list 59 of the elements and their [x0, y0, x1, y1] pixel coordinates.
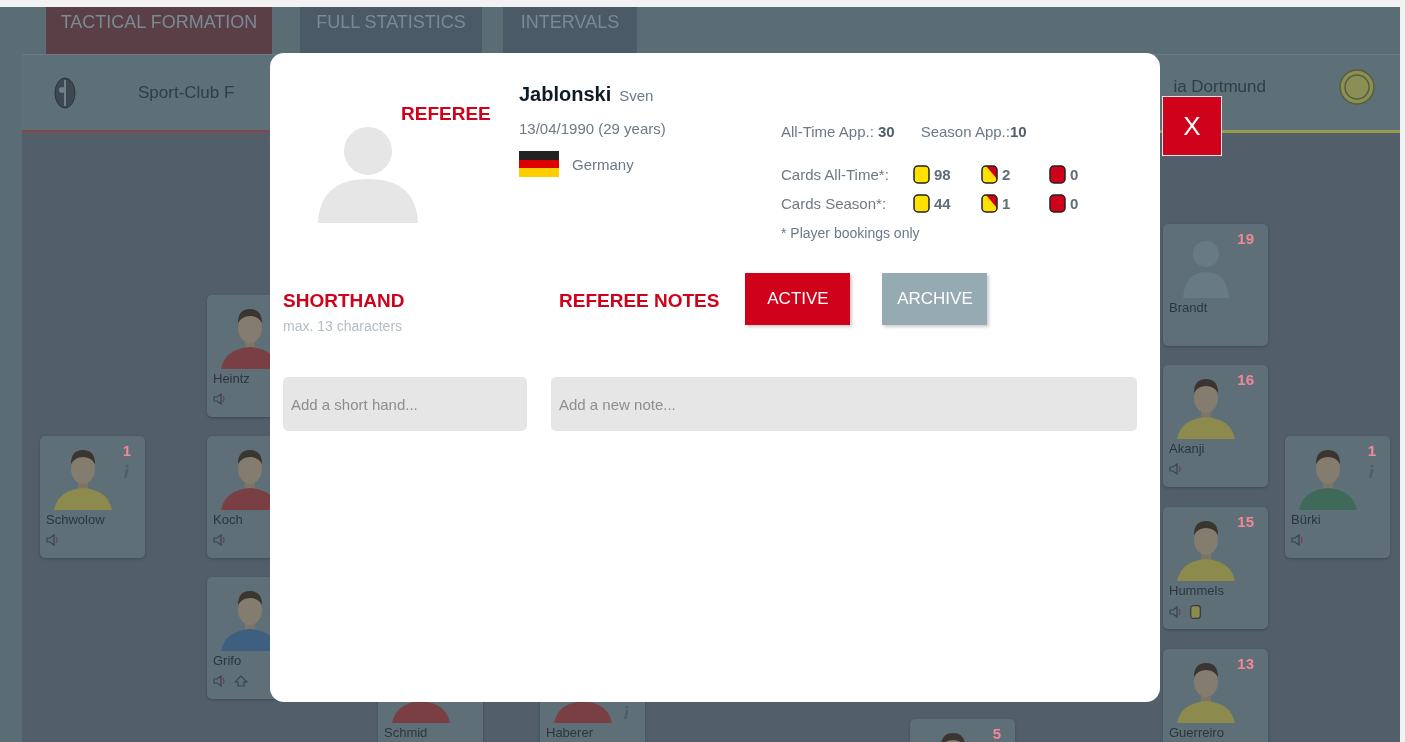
player-name: Koch — [213, 512, 243, 527]
player-name: Hummels — [1169, 583, 1224, 598]
player-number: 5 — [992, 725, 1001, 742]
player-card[interactable]: 1 Bürki — [1285, 436, 1390, 558]
referee-surname: Jablonski — [519, 83, 612, 106]
appearance-stat: Season App.:10 — [920, 123, 1027, 140]
speaker-icon[interactable] — [213, 393, 226, 405]
appearance-stat: All-Time App.: 30 — [781, 123, 895, 140]
player-number: 15 — [1237, 513, 1254, 530]
speaker-icon[interactable] — [1169, 463, 1182, 475]
player-card[interactable]: 1 Schwolow — [40, 436, 145, 558]
player-name: Grifo — [213, 653, 242, 668]
speaker-icon[interactable] — [1291, 534, 1304, 546]
notes-tab[interactable]: ARCHIVE — [882, 273, 988, 325]
card-count: 0 — [1070, 166, 1079, 183]
player-card[interactable]: 15 Hummels — [1163, 507, 1268, 629]
card-count: 44 — [934, 195, 951, 212]
club-crest-icon — [54, 76, 76, 109]
player-card[interactable]: 19 Brandt — [1163, 224, 1268, 346]
player-card[interactable]: 13 Guerreiro — [1163, 649, 1268, 742]
nationality: Germany — [572, 155, 634, 173]
player-name: Haberer — [546, 725, 593, 740]
player-card[interactable]: 16 Akanji — [1163, 365, 1268, 487]
card-count: 2 — [1002, 166, 1011, 183]
player-card[interactable]: 5 — [910, 719, 1015, 742]
card-count: 98 — [934, 166, 951, 183]
player-number: 19 — [1237, 230, 1254, 247]
player-name: Guerreiro — [1169, 725, 1224, 740]
player-name: Schwolow — [46, 512, 105, 527]
cards-label: Cards All-Time*: — [781, 166, 890, 183]
player-number: 1 — [1367, 442, 1376, 459]
player-name: Bürki — [1291, 512, 1321, 527]
referee-first-name: Sven — [619, 87, 654, 104]
flag-icon — [519, 151, 559, 177]
tab[interactable]: TACTICAL FORMATION — [46, 7, 272, 54]
player-number: 1 — [122, 442, 131, 459]
note-field[interactable]: Add a new note... — [551, 377, 1137, 431]
player-number: 13 — [1237, 655, 1254, 672]
player-name: Schmid — [384, 725, 428, 740]
role-label: REFEREE — [401, 103, 491, 125]
birth-date: 13/04/1990 (29 years) — [519, 120, 667, 137]
club-crest-icon — [1339, 69, 1375, 105]
player-number: 16 — [1237, 371, 1254, 388]
avatar-placeholder-icon — [316, 127, 420, 223]
player-name: Akanji — [1169, 441, 1205, 456]
player-name: Brandt — [1169, 300, 1208, 315]
close-button[interactable]: X — [1162, 96, 1222, 156]
card-count: 1 — [1002, 195, 1011, 212]
cards-label: Cards Season*: — [781, 195, 888, 212]
section-title: REFEREE NOTES — [559, 290, 720, 312]
player-name: Heintz — [213, 371, 250, 386]
shorthand-field[interactable]: Add a short hand... — [283, 377, 527, 431]
notes-tab[interactable]: ACTIVE — [745, 273, 851, 325]
footnote: * Player bookings only — [781, 225, 921, 241]
speaker-icon[interactable] — [1169, 606, 1182, 618]
speaker-icon[interactable] — [213, 675, 226, 687]
speaker-icon[interactable] — [46, 534, 59, 546]
card-count: 0 — [1070, 195, 1079, 212]
speaker-icon[interactable] — [213, 534, 226, 546]
